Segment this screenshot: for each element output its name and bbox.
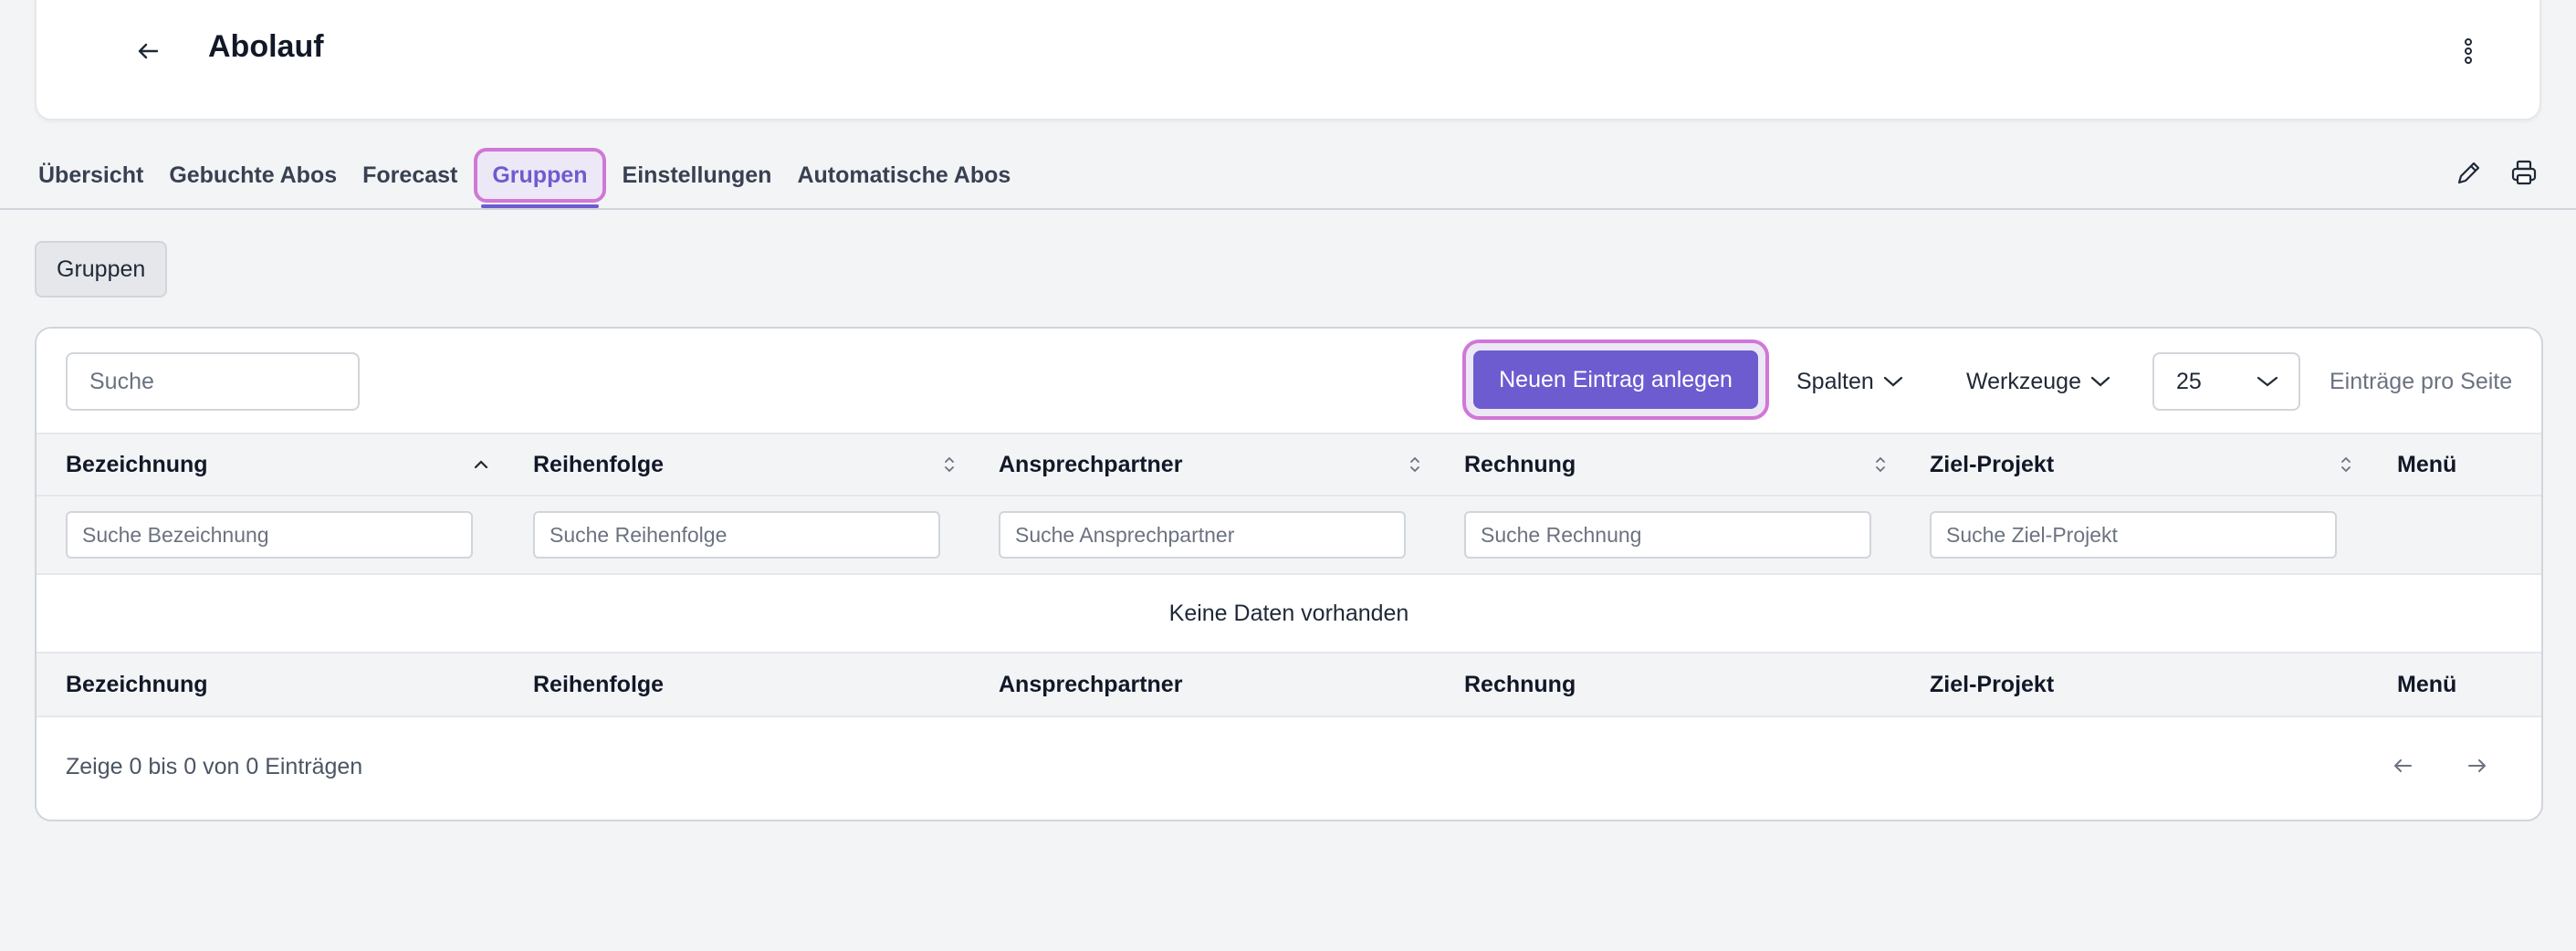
filter-reihenfolge-input[interactable] (533, 511, 940, 559)
per-page-label: Einträge pro Seite (2330, 368, 2513, 394)
edit-button[interactable] (2454, 157, 2485, 188)
section-chip-gruppen[interactable]: Gruppen (35, 241, 168, 298)
arrow-left-icon (2394, 759, 2412, 772)
chevron-down-icon (2090, 376, 2110, 387)
tab-divider (0, 208, 2576, 210)
footer-header-reihenfolge: Reihenfolge (533, 671, 665, 697)
tools-label: Werkzeuge (1966, 368, 2081, 394)
sort-icon[interactable] (942, 434, 957, 495)
search-input[interactable] (66, 352, 360, 411)
tab-label: Forecast (362, 162, 458, 188)
footer-header-menu: Menü (2397, 671, 2457, 697)
back-button[interactable] (130, 37, 166, 66)
sort-asc-icon[interactable] (473, 434, 489, 495)
column-header-menu: Menü (2397, 451, 2457, 477)
table-footer-row: Bezeichnung Reihenfolge Ansprechpartner … (37, 653, 2541, 717)
tab-label: Übersicht (38, 162, 144, 188)
printer-icon (2511, 160, 2537, 185)
tab-bar: Übersicht Gebuchte Abos Forecast Gruppen… (26, 142, 1023, 208)
chevron-down-icon (1883, 376, 1902, 387)
page-title: Abolauf (208, 29, 324, 64)
tab-automatische-abos[interactable]: Automatische Abos (784, 144, 1023, 206)
page-size-value: 25 (2176, 368, 2202, 394)
filter-rechnung-input[interactable] (1464, 511, 1871, 559)
sort-icon[interactable] (1408, 434, 1422, 495)
pagination-summary: Zeige 0 bis 0 von 0 Einträgen (66, 754, 363, 779)
footer-header-bezeichnung: Bezeichnung (66, 671, 208, 697)
tab-label: Gebuchte Abos (169, 162, 338, 188)
footer-header-ziel-projekt: Ziel-Projekt (1930, 671, 2055, 697)
tab-label: Gruppen (492, 162, 588, 188)
pencil-icon (2457, 162, 2480, 184)
kebab-menu-icon (2465, 38, 2472, 64)
tools-dropdown[interactable]: Werkzeuge (1966, 352, 2110, 411)
data-table-card: Neuen Eintrag anlegen Spalten Werkzeuge … (35, 327, 2543, 821)
tab-gruppen[interactable]: Gruppen (474, 144, 606, 208)
filter-ziel-projekt-input[interactable] (1930, 511, 2337, 559)
new-entry-highlight: Neuen Eintrag anlegen (1462, 340, 1769, 420)
tab-gebuchte-abos[interactable]: Gebuchte Abos (156, 144, 350, 206)
table-header-row: Bezeichnung Reihenfolge Ansprechpartner … (37, 433, 2541, 496)
column-header-ansprechpartner[interactable]: Ansprechpartner (999, 434, 1182, 495)
filter-bezeichnung-input[interactable] (66, 511, 473, 559)
tab-einstellungen[interactable]: Einstellungen (610, 144, 785, 206)
chevron-down-icon (2257, 376, 2278, 387)
page-header: Abolauf (35, 0, 2541, 120)
table-toolbar: Neuen Eintrag anlegen Spalten Werkzeuge … (37, 329, 2541, 433)
tab-label: Einstellungen (622, 162, 772, 188)
previous-page-button[interactable] (2382, 737, 2423, 794)
print-button[interactable] (2508, 157, 2539, 188)
column-header-reihenfolge[interactable]: Reihenfolge (533, 434, 664, 495)
arrow-right-icon (2468, 759, 2486, 772)
footer-header-ansprechpartner: Ansprechpartner (999, 671, 1183, 697)
column-header-rechnung[interactable]: Rechnung (1464, 434, 1576, 495)
empty-state-row: Keine Daten vorhanden (37, 575, 2541, 653)
tab-uebersicht[interactable]: Übersicht (26, 144, 156, 206)
column-header-ziel-projekt[interactable]: Ziel-Projekt (1930, 434, 2054, 495)
column-header-bezeichnung[interactable]: Bezeichnung (66, 434, 208, 495)
sort-icon[interactable] (1873, 434, 1888, 495)
tab-forecast[interactable]: Forecast (350, 144, 470, 206)
new-entry-button[interactable]: Neuen Eintrag anlegen (1473, 350, 1758, 409)
sort-icon[interactable] (2339, 434, 2353, 495)
columns-dropdown[interactable]: Spalten (1796, 352, 1903, 411)
more-menu-button[interactable] (2459, 35, 2477, 68)
tab-tools (2454, 157, 2539, 188)
next-page-button[interactable] (2457, 737, 2497, 794)
filter-ansprechpartner-input[interactable] (999, 511, 1406, 559)
page-size-select[interactable]: 25 (2152, 352, 2300, 411)
footer-header-rechnung: Rechnung (1464, 671, 1576, 697)
table-filter-row (37, 496, 2541, 575)
columns-label: Spalten (1796, 368, 1874, 394)
tab-label: Automatische Abos (797, 162, 1011, 188)
arrow-left-icon (138, 43, 159, 59)
